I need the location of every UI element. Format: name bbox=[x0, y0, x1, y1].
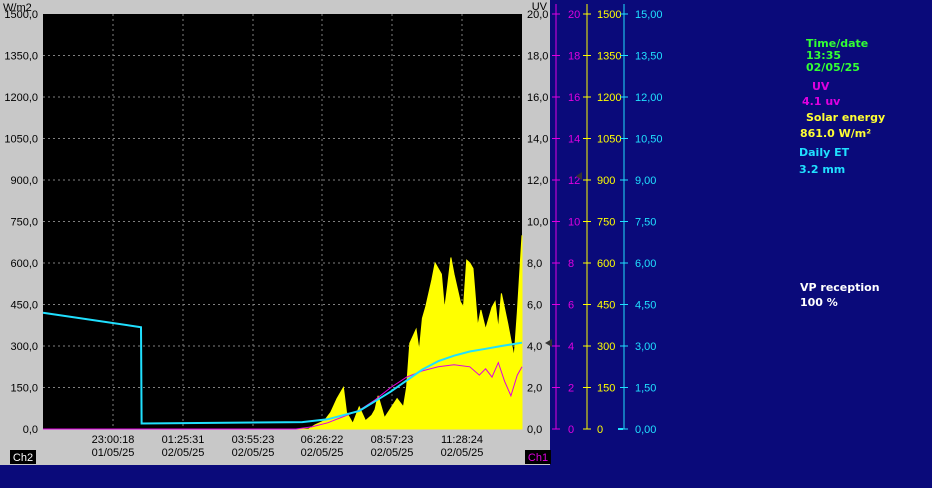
solar-energy-value: 861.0 W/m² bbox=[800, 127, 872, 140]
right-axis-tick-label: 10,0 bbox=[527, 217, 548, 229]
et-axis-tick-label: 15,00 bbox=[635, 9, 663, 21]
right-axis-tick-label: 16,0 bbox=[527, 92, 548, 104]
left-axis-tick-label: 0,0 bbox=[23, 424, 38, 436]
x-axis-date-label: 02/05/25 bbox=[232, 447, 275, 459]
right-axis-tick-label: 6,0 bbox=[527, 300, 542, 312]
et-axis-tick-label: 6,00 bbox=[635, 258, 656, 270]
right-axis-tick-label: 18,0 bbox=[527, 51, 548, 63]
x-axis-time-label: 23:00:18 bbox=[92, 434, 135, 446]
vp-reception-label: VP reception bbox=[800, 281, 880, 294]
solar-axis-tick-label: 1200 bbox=[597, 92, 621, 104]
uv-axis-tick-label: 0 bbox=[568, 424, 574, 436]
right-axis-tick-label: 4,0 bbox=[527, 341, 542, 353]
right-axis-tick-label: 0,0 bbox=[527, 424, 542, 436]
uv-value: 4.1 uv bbox=[802, 95, 841, 108]
solar-axis-tick-label: 900 bbox=[597, 175, 615, 187]
solar-axis-tick-label: 150 bbox=[597, 383, 615, 395]
solar-energy-label: Solar energy bbox=[806, 111, 886, 124]
x-axis-date-label: 02/05/25 bbox=[371, 447, 414, 459]
uv-axis-tick-label: 18 bbox=[568, 51, 580, 63]
left-axis-tick-label: 1200,0 bbox=[4, 92, 38, 104]
x-axis-date-label: 02/05/25 bbox=[441, 447, 484, 459]
et-axis-tick-label: 10,50 bbox=[635, 134, 663, 146]
uv-axis-tick-label: 6 bbox=[568, 300, 574, 312]
uv-axis-tick-label: 4 bbox=[568, 341, 574, 353]
uv-axis-tick-label: 20 bbox=[568, 9, 580, 21]
right-axis-tick-label: 14,0 bbox=[527, 134, 548, 146]
left-axis-tick-label: 450,0 bbox=[10, 300, 38, 312]
x-axis-time-label: 01:25:31 bbox=[162, 434, 205, 446]
solar-axis-tick-label: 0 bbox=[597, 424, 603, 436]
left-axis-tick-label: 750,0 bbox=[10, 217, 38, 229]
et-axis-tick-label: 9,00 bbox=[635, 175, 656, 187]
left-axis-tick-label: 300,0 bbox=[10, 341, 38, 353]
x-axis-date-label: 02/05/25 bbox=[162, 447, 205, 459]
left-axis-tick-label: 1050,0 bbox=[4, 134, 38, 146]
daily-et-value: 3.2 mm bbox=[799, 163, 846, 176]
solar-axis-tick-label: 1350 bbox=[597, 51, 621, 63]
x-axis-time-label: 03:55:23 bbox=[232, 434, 275, 446]
uv-axis-tick-label: 14 bbox=[568, 134, 580, 146]
date-value: 02/05/25 bbox=[806, 61, 860, 74]
uv-axis-tick-label: 10 bbox=[568, 217, 580, 229]
et-axis-tick-label: 4,50 bbox=[635, 300, 656, 312]
left-axis-tick-label: 150,0 bbox=[10, 383, 38, 395]
solar-axis-tick-label: 300 bbox=[597, 341, 615, 353]
solar-axis-tick-label: 450 bbox=[597, 300, 615, 312]
uv-axis-tick-label: 16 bbox=[568, 92, 580, 104]
x-axis-time-label: 08:57:23 bbox=[371, 434, 414, 446]
solar-axis-tick-label: 750 bbox=[597, 217, 615, 229]
et-axis-tick-label: 7,50 bbox=[635, 217, 656, 229]
right-axis-tick-label: 2,0 bbox=[527, 383, 542, 395]
x-axis-date-label: 01/05/25 bbox=[92, 447, 135, 459]
vp-reception-value: 100 % bbox=[800, 296, 838, 309]
left-axis-tick-label: 900,0 bbox=[10, 175, 38, 187]
ch1-label: Ch1 bbox=[528, 452, 548, 464]
uv-axis-tick-label: 8 bbox=[568, 258, 574, 270]
solar-axis-tick-label: 1050 bbox=[597, 134, 621, 146]
daily-et-label: Daily ET bbox=[799, 146, 850, 159]
uv-axis-tick-label: 2 bbox=[568, 383, 574, 395]
et-axis-tick-label: 13,50 bbox=[635, 51, 663, 63]
ch2-label: Ch2 bbox=[13, 452, 33, 464]
x-axis-date-label: 02/05/25 bbox=[301, 447, 344, 459]
solar-axis-tick-label: 1500 bbox=[597, 9, 621, 21]
x-axis-time-label: 06:26:22 bbox=[301, 434, 344, 446]
left-axis-tick-label: 600,0 bbox=[10, 258, 38, 270]
right-axis-tick-label: 8,0 bbox=[527, 258, 542, 270]
solar-axis-tick-label: 600 bbox=[597, 258, 615, 270]
left-axis-tick-label: 1350,0 bbox=[4, 51, 38, 63]
right-axis-tick-label: 12,0 bbox=[527, 175, 548, 187]
weather-chart: 0,0150,0300,0450,0600,0750,0900,01050,01… bbox=[0, 0, 663, 465]
et-axis-tick-label: 1,50 bbox=[635, 383, 656, 395]
uv-label: UV bbox=[812, 80, 830, 93]
left-axis-unit: W/m2 bbox=[3, 2, 32, 14]
x-axis-time-label: 11:28:24 bbox=[441, 434, 483, 446]
right-axis-unit: UV bbox=[532, 1, 548, 13]
et-axis-tick-label: 3,00 bbox=[635, 341, 656, 353]
et-axis-tick-label: 12,00 bbox=[635, 92, 663, 104]
et-axis-tick-label: 0,00 bbox=[635, 424, 656, 436]
